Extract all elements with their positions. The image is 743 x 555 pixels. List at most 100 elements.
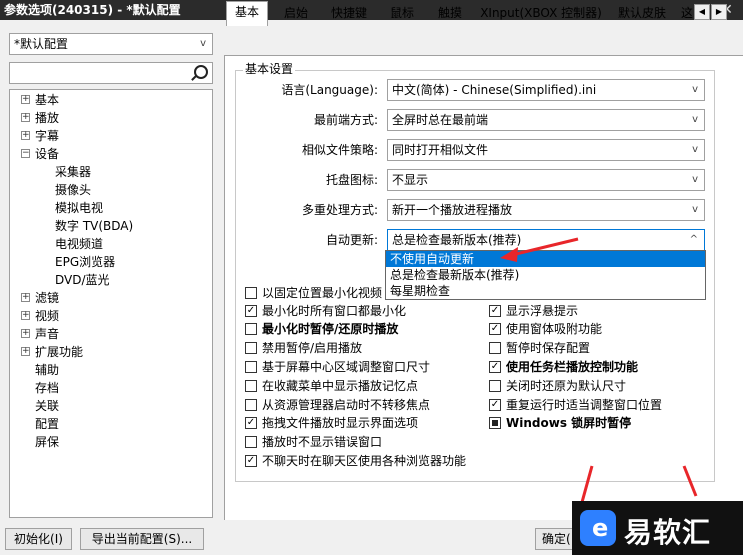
similar-files-label: 相似文件策略:	[301, 143, 378, 157]
tree-item-config[interactable]: 配置	[35, 415, 59, 433]
export-config-button[interactable]: 导出当前配置(S)...	[80, 528, 204, 550]
chevron-down-icon: v	[692, 144, 698, 155]
expand-icon[interactable]: +	[21, 329, 30, 338]
checkbox-box[interactable]	[245, 361, 257, 373]
checkbox-box[interactable]	[245, 380, 257, 392]
tree-item-archive[interactable]: 存档	[35, 379, 59, 397]
dropdown-option-weekly[interactable]: 每星期检查	[386, 283, 705, 299]
tree-item-capture[interactable]: 采集器	[55, 163, 91, 181]
checkbox-box[interactable]	[245, 342, 257, 354]
similar-files-select[interactable]: 同时打开相似文件 v	[387, 139, 705, 161]
tray-icon-select[interactable]: 不显示 v	[387, 169, 705, 191]
tree-item-association[interactable]: 关联	[35, 397, 59, 415]
checkbox-box[interactable]	[245, 436, 257, 448]
auto-update-label: 自动更新:	[325, 233, 378, 247]
check-icon[interactable]: ✓	[245, 305, 257, 317]
profile-select[interactable]: *默认配置 v	[9, 33, 213, 55]
chevron-down-icon: v	[692, 114, 698, 125]
language-select[interactable]: 中文(简体) - Chinese(Simplified).ini v	[387, 79, 705, 101]
tab-startup[interactable]: 启始	[276, 3, 316, 25]
tab-mouse[interactable]: 鼠标	[382, 3, 422, 25]
tray-icon-select-value: 不显示	[392, 173, 429, 187]
checkbox-hide-errors[interactable]: 播放时不显示错误窗口	[245, 433, 382, 451]
expand-icon[interactable]: +	[21, 347, 30, 356]
tree-item-audio[interactable]: + 声音	[21, 325, 59, 343]
tree-item-analog-tv[interactable]: 模拟电视	[55, 199, 103, 217]
checkbox-chat-browser[interactable]: ✓ 不聊天时在聊天区使用各种浏览器功能	[245, 452, 466, 470]
checkbox-box[interactable]	[245, 323, 257, 335]
settings-tree: + 基本 + 播放 + 字幕 − 设备 采集器 摄像头 模拟电视 数字 TV(BDA) …	[9, 89, 213, 518]
tree-item-epg[interactable]: EPG浏览器	[55, 253, 115, 271]
chevron-down-icon: v	[692, 174, 698, 185]
check-icon[interactable]: ✓	[489, 305, 501, 317]
search-input[interactable]	[9, 62, 213, 84]
check-icon[interactable]: ✓	[245, 417, 257, 429]
checkbox-box[interactable]	[245, 399, 257, 411]
tree-item-camera[interactable]: 摄像头	[55, 181, 91, 199]
check-icon[interactable]: ✓	[245, 455, 257, 467]
tree-item-tv-channel[interactable]: 电视频道	[55, 235, 103, 253]
chevron-up-icon: ^	[689, 234, 698, 245]
expand-icon[interactable]: +	[21, 95, 30, 104]
checkbox-disable-pause[interactable]: 禁用暂停/启用播放	[245, 339, 362, 357]
checkbox-pause-on-minimize[interactable]: 最小化时暂停/还原时播放	[245, 320, 398, 338]
tree-item-play[interactable]: + 播放	[21, 109, 59, 127]
check-icon[interactable]: ✓	[489, 399, 501, 411]
checkbox-minimize-all[interactable]: ✓ 最小化时所有窗口都最小化	[245, 302, 406, 320]
expand-icon[interactable]: +	[21, 131, 30, 140]
checkbox-save-on-pause[interactable]: 暂停时保存配置	[489, 339, 590, 357]
chevron-down-icon: v	[200, 38, 206, 49]
tree-item-video[interactable]: + 视频	[21, 307, 59, 325]
checkbox-box[interactable]	[489, 342, 501, 354]
search-icon[interactable]	[194, 65, 208, 79]
check-icon[interactable]: ✓	[489, 361, 501, 373]
checkbox-no-focus-shift[interactable]: 从资源管理器启动时不转移焦点	[245, 396, 430, 414]
collapse-icon[interactable]: −	[21, 149, 30, 158]
tab-skin[interactable]: 默认皮肤	[610, 3, 674, 25]
expand-icon[interactable]: +	[21, 293, 30, 302]
tree-item-screensaver[interactable]: 屏保	[35, 433, 59, 451]
tab-hotkeys[interactable]: 快捷键	[324, 3, 374, 25]
profile-select-value: *默认配置	[14, 37, 69, 51]
tree-item-device[interactable]: − 设备	[21, 145, 59, 163]
tree-item-filter[interactable]: + 滤镜	[21, 289, 59, 307]
tree-item-basic[interactable]: + 基本	[21, 91, 59, 109]
checkbox-adjust-position[interactable]: ✓ 重复运行时适当调整窗口位置	[489, 396, 662, 414]
dropdown-option-always-check[interactable]: 总是检查最新版本(推荐)	[386, 267, 705, 283]
tree-item-assist[interactable]: 辅助	[35, 361, 59, 379]
tree-item-digital-tv[interactable]: 数字 TV(BDA)	[55, 217, 133, 235]
tab-more[interactable]: 这	[680, 3, 694, 25]
tab-touch[interactable]: 触摸	[430, 3, 470, 25]
expand-icon[interactable]: +	[21, 113, 30, 122]
init-button[interactable]: 初始化(I)	[5, 528, 72, 550]
checkbox-taskbar-controls[interactable]: ✓ 使用任务栏播放控制功能	[489, 358, 638, 376]
tab-xinput[interactable]: XInput(XBOX 控制器)	[478, 3, 604, 25]
tree-item-dvd[interactable]: DVD/蓝光	[55, 271, 110, 289]
expand-icon[interactable]: +	[21, 311, 30, 320]
multi-process-select[interactable]: 新开一个播放进程播放 v	[387, 199, 705, 221]
window-title: 参数选项(240315) - *默认配置	[4, 3, 181, 17]
tab-scroll-left-icon[interactable]: ◀	[694, 4, 710, 20]
check-icon[interactable]: ✓	[489, 323, 501, 335]
watermark: e 易软汇	[572, 501, 743, 555]
tree-item-extensions[interactable]: + 扩展功能	[21, 343, 83, 361]
partial-check-icon[interactable]	[489, 417, 501, 429]
tab-scroll-right-icon[interactable]: ▶	[711, 4, 727, 20]
checkbox-fixed-minimize[interactable]: 以固定位置最小化视频	[245, 284, 382, 302]
checkbox-lock-screen-pause[interactable]: Windows 锁屏时暂停	[489, 414, 631, 432]
checkbox-drag-show-options[interactable]: ✓ 拖拽文件播放时显示界面选项	[245, 414, 418, 432]
checkbox-window-snap[interactable]: ✓ 使用窗体吸附功能	[489, 320, 602, 338]
topmost-select[interactable]: 全屏时总在最前端 v	[387, 109, 705, 131]
multi-process-label: 多重处理方式:	[301, 203, 378, 217]
checkbox-box[interactable]	[489, 380, 501, 392]
checkbox-box[interactable]	[245, 287, 257, 299]
tree-item-subtitle[interactable]: + 字幕	[21, 127, 59, 145]
chevron-down-icon: v	[692, 84, 698, 95]
similar-files-select-value: 同时打开相似文件	[392, 143, 489, 157]
checkbox-show-tooltips[interactable]: ✓ 显示浮悬提示	[489, 302, 578, 320]
checkbox-bookmark-points[interactable]: 在收藏菜单中显示播放记忆点	[245, 377, 418, 395]
tab-basic[interactable]: 基本	[226, 1, 268, 26]
checkbox-center-resize[interactable]: 基于屏幕中心区域调整窗口尺寸	[245, 358, 430, 376]
chevron-down-icon: v	[692, 204, 698, 215]
checkbox-restore-default-size[interactable]: 关闭时还原为默认尺寸	[489, 377, 626, 395]
